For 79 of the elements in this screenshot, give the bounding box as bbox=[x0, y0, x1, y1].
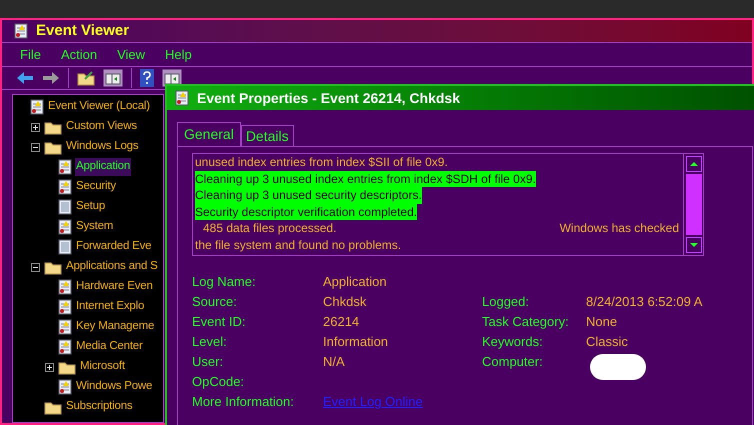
field-value: 8/24/2013 6:52:09 A bbox=[586, 293, 702, 311]
dialog-title: Event Properties - Event 26214, Chkdsk bbox=[197, 88, 460, 108]
tree-item[interactable]: Application bbox=[75, 158, 132, 176]
menu-item[interactable]: Action bbox=[60, 44, 98, 64]
log-icon bbox=[58, 339, 72, 355]
tree-item[interactable]: System bbox=[75, 218, 114, 236]
scroll-thumb[interactable] bbox=[686, 174, 702, 235]
log-icon bbox=[30, 99, 44, 115]
panel-icon[interactable] bbox=[162, 69, 182, 87]
field-value: 26214 bbox=[323, 313, 360, 331]
field-label: Keywords: bbox=[482, 333, 544, 351]
tree-item[interactable]: Hardware Even bbox=[75, 278, 154, 296]
tree-item[interactable]: Microsoft bbox=[79, 358, 126, 376]
tab[interactable]: Details bbox=[240, 125, 294, 146]
field-label: Source: bbox=[192, 293, 238, 311]
tree-item[interactable]: Applications and S bbox=[65, 258, 159, 276]
tree-item[interactable]: Windows Logs bbox=[65, 138, 140, 156]
folder-icon bbox=[44, 140, 62, 154]
log-icon bbox=[175, 90, 189, 106]
folder-icon[interactable] bbox=[77, 70, 95, 86]
field-label: More Information: bbox=[192, 393, 295, 411]
scroll-up-icon[interactable] bbox=[686, 156, 702, 172]
tree-item[interactable]: Internet Explo bbox=[75, 298, 146, 316]
log-icon bbox=[58, 179, 72, 195]
window-title: Event Viewer bbox=[36, 20, 130, 41]
folder-icon bbox=[44, 400, 62, 414]
expand-toggle-icon[interactable] bbox=[31, 122, 40, 132]
log-icon bbox=[58, 279, 72, 295]
field-value: Application bbox=[323, 273, 387, 291]
document-icon bbox=[58, 199, 72, 215]
tab[interactable]: General bbox=[177, 122, 241, 146]
tree-item[interactable]: Subscriptions bbox=[65, 398, 134, 416]
log-icon bbox=[58, 219, 72, 235]
forward-arrow-icon[interactable] bbox=[42, 71, 60, 85]
field-label: Task Category: bbox=[482, 313, 570, 331]
menu-item[interactable]: View bbox=[117, 44, 146, 64]
field-label: Computer: bbox=[482, 353, 544, 371]
scroll-down-icon[interactable] bbox=[686, 237, 702, 253]
tree-item[interactable]: Setup bbox=[75, 198, 106, 216]
log-icon bbox=[58, 299, 72, 315]
message-line: unused index entries from index $SII of file 0x9. bbox=[195, 154, 448, 171]
collapse-toggle-icon[interactable] bbox=[31, 262, 40, 272]
folder-icon bbox=[44, 120, 62, 134]
field-label: Event ID: bbox=[192, 313, 246, 331]
scrollbar[interactable] bbox=[683, 154, 703, 255]
message-line: 485 data files processed. bbox=[202, 220, 336, 237]
message-line: Windows has checked bbox=[560, 220, 680, 237]
field-label: User: bbox=[192, 353, 224, 371]
field-value: Chkdsk bbox=[323, 293, 366, 311]
menu-item[interactable]: File bbox=[20, 44, 41, 64]
tree-item[interactable]: Security bbox=[75, 178, 117, 196]
help-icon[interactable] bbox=[140, 69, 154, 87]
tree-item[interactable]: Media Center bbox=[75, 338, 144, 356]
tree-item[interactable]: Windows Powe bbox=[75, 378, 154, 396]
field-value: Information bbox=[323, 333, 388, 351]
document-icon bbox=[58, 239, 72, 255]
log-icon bbox=[14, 23, 28, 39]
folder-icon bbox=[44, 260, 62, 274]
log-icon bbox=[58, 159, 72, 175]
message-line: the file system and found no problems. bbox=[195, 236, 402, 254]
field-label: Logged: bbox=[482, 293, 530, 311]
field-label: Log Name: bbox=[192, 273, 257, 291]
folder-icon bbox=[58, 360, 76, 374]
log-icon bbox=[58, 379, 72, 395]
field-value: N/A bbox=[323, 353, 345, 371]
tree-item[interactable]: Key Manageme bbox=[75, 318, 156, 336]
field-value: None bbox=[586, 313, 618, 331]
field-value: Classic bbox=[586, 333, 628, 351]
menu-item[interactable]: Help bbox=[165, 44, 192, 64]
log-icon bbox=[58, 319, 72, 335]
back-arrow-icon[interactable] bbox=[16, 71, 34, 85]
field-label: OpCode: bbox=[192, 373, 246, 391]
tree-item[interactable]: Forwarded Eve bbox=[75, 238, 152, 256]
tree-item[interactable]: Event Viewer (Local) bbox=[47, 98, 151, 116]
expand-toggle-icon[interactable] bbox=[45, 362, 54, 372]
collapse-toggle-icon[interactable] bbox=[31, 142, 40, 152]
field-label: Level: bbox=[192, 333, 228, 351]
panel-icon[interactable] bbox=[103, 69, 123, 87]
tree-item[interactable]: Custom Views bbox=[65, 118, 138, 136]
